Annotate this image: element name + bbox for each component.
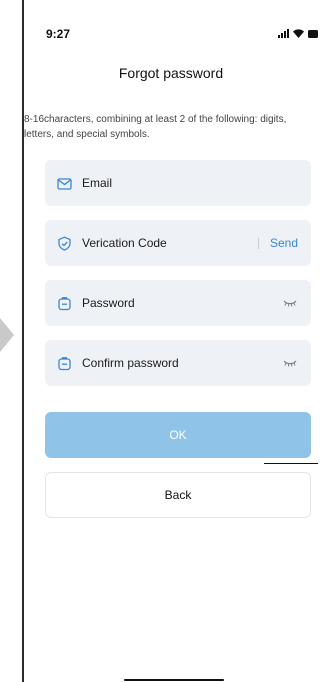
confirm-password-placeholder: Confirm password <box>82 356 179 370</box>
wifi-icon <box>293 29 304 38</box>
forgot-password-screen: 9:27 Forgot password 8-16characters, com… <box>24 0 318 682</box>
lock-icon <box>57 356 72 371</box>
signal-icon <box>278 28 289 38</box>
home-indicator <box>124 679 224 681</box>
mail-icon <box>57 176 72 191</box>
status-icons <box>278 28 318 38</box>
shield-check-icon <box>57 236 72 251</box>
eye-closed-icon[interactable] <box>283 359 297 367</box>
password-field[interactable]: Password <box>45 280 311 326</box>
password-placeholder: Password <box>82 296 135 310</box>
back-button[interactable]: Back <box>45 472 311 518</box>
status-time: 9:27 <box>46 27 71 41</box>
battery-icon <box>308 30 318 38</box>
page-title: Forgot password <box>118 65 224 81</box>
verification-code-placeholder: Verication Code <box>82 236 167 250</box>
verification-code-field[interactable]: Verication Code Send <box>45 220 311 266</box>
canvas: 9:27 Forgot password 8-16characters, com… <box>0 0 318 682</box>
confirm-password-field[interactable]: Confirm password <box>45 340 311 386</box>
ok-button[interactable]: OK <box>45 412 311 458</box>
lock-icon <box>57 296 72 311</box>
eye-closed-icon[interactable] <box>283 299 297 307</box>
password-rule-hint: 8-16characters, combining at least 2 of … <box>24 114 287 140</box>
send-code-button[interactable]: Send <box>270 220 298 266</box>
email-placeholder: Email <box>82 176 113 190</box>
email-field[interactable]: Email <box>45 160 311 206</box>
send-divider <box>258 238 259 249</box>
annotation-line <box>264 463 318 464</box>
status-bar: 9:27 <box>24 0 318 41</box>
side-arrow-icon <box>0 318 14 352</box>
